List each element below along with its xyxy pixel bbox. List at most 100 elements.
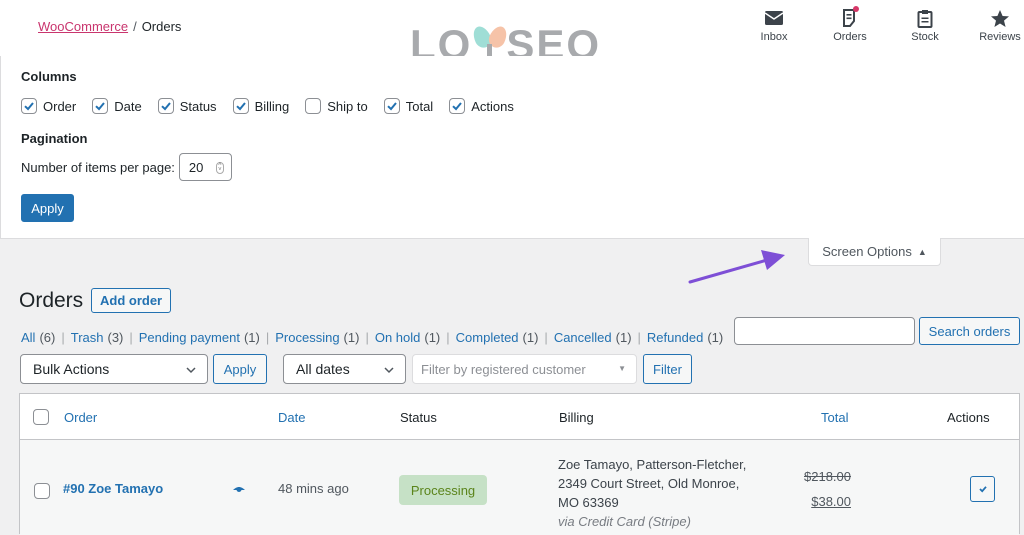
column-header-date[interactable]: Date (278, 410, 305, 425)
status-filter-refunded[interactable]: Refunded (1) (647, 330, 723, 345)
page-title: Orders (19, 289, 84, 312)
activity-orders[interactable]: Orders (820, 6, 880, 43)
checkmark-icon (387, 102, 397, 111)
checkmark-icon (978, 486, 987, 493)
status-badge: Processing (399, 475, 487, 505)
items-per-page-input[interactable]: 20 ˄ ˅ (178, 153, 232, 181)
filter-separator: | (544, 330, 548, 345)
column-toggle-label: Total (405, 98, 434, 114)
search-orders-button[interactable]: Search orders (919, 317, 1020, 345)
dates-select[interactable]: All dates (283, 354, 406, 384)
status-filter-count: (1) (522, 330, 539, 345)
status-filter-link[interactable]: On hold (375, 330, 421, 345)
add-order-button[interactable]: Add order (91, 288, 172, 313)
total-amount: $38.00 (811, 494, 851, 509)
status-filter-links: All (6) | Trash (3) | Pending payment (1) | Proce… (21, 330, 723, 345)
checkbox[interactable] (92, 98, 109, 114)
breadcrumb-woocommerce-link[interactable]: WooCommerce (38, 19, 128, 34)
status-filter-count: (1) (615, 330, 632, 345)
order-link[interactable]: #90 Zoe Tamayo (63, 481, 163, 496)
column-toggle-total[interactable]: Total (383, 98, 434, 114)
complete-order-button[interactable] (970, 476, 995, 502)
preview-eye-icon[interactable] (232, 485, 246, 493)
status-filter-cancelled[interactable]: Cancelled (1) (554, 330, 632, 345)
status-filter-count: (1) (343, 330, 360, 345)
activity-stock-label: Stock (911, 31, 939, 43)
status-filter-completed[interactable]: Completed (1) (456, 330, 539, 345)
column-header-status: Status (400, 410, 437, 425)
table-header: Order Date Status Billing Total Actions (20, 394, 1019, 440)
search-orders-input[interactable] (734, 317, 915, 345)
row-checkbox[interactable] (34, 483, 50, 499)
activity-reviews-label: Reviews (979, 31, 1021, 43)
bulk-apply-button[interactable]: Apply (213, 354, 267, 384)
orders-icon (840, 6, 860, 28)
spinner-arrows-icon[interactable]: ˄ ˅ (215, 162, 224, 174)
column-header-order[interactable]: Order (64, 410, 97, 425)
status-filter-link[interactable]: Trash (71, 330, 104, 345)
filter-separator: | (61, 330, 65, 345)
chevron-down-icon (384, 367, 394, 374)
status-filter-link[interactable]: All (21, 330, 35, 345)
pagination-heading: Pagination (21, 131, 88, 146)
checkbox[interactable] (449, 98, 466, 114)
checkbox[interactable] (21, 98, 37, 114)
orders-table: Order Date Status Billing Total Actions … (19, 393, 1020, 535)
column-toggle-date[interactable]: Date (92, 98, 142, 114)
column-toggle-label: Billing (254, 98, 290, 114)
status-filter-on-hold[interactable]: On hold (1) (375, 330, 440, 345)
top-header: WooCommerce / Orders LO SEO Inbox Orders St… (0, 0, 1024, 68)
column-toggle-status[interactable]: Status (157, 98, 217, 114)
order-date: 48 mins ago (278, 481, 349, 496)
screen-options-panel: Columns Order Date Status Billing Ship to Tot… (0, 56, 1024, 239)
activity-stock[interactable]: Stock (895, 8, 955, 43)
activity-inbox[interactable]: Inbox (744, 8, 804, 43)
status-filter-link[interactable]: Completed (456, 330, 519, 345)
filter-button[interactable]: Filter (643, 354, 692, 384)
checkbox[interactable] (232, 98, 249, 114)
status-filter-link[interactable]: Pending payment (139, 330, 240, 345)
activity-reviews[interactable]: Reviews (970, 8, 1024, 43)
status-filter-processing[interactable]: Processing (1) (275, 330, 359, 345)
checkbox[interactable] (383, 98, 400, 114)
status-filter-count: (1) (707, 330, 724, 345)
column-toggle-order[interactable]: Order (21, 98, 76, 114)
items-per-page-value: 20 (188, 159, 204, 175)
breadcrumb-separator: / (133, 19, 137, 34)
select-all-checkbox[interactable] (33, 409, 49, 425)
activity-orders-label: Orders (833, 31, 867, 43)
status-filter-count: (3) (107, 330, 124, 345)
customer-filter-select[interactable]: Filter by registered customer ▼ (412, 354, 637, 384)
column-toggle-label: Status (179, 98, 217, 114)
column-toggle-ship-to[interactable]: Ship to (305, 98, 368, 114)
payment-method: via Credit Card (Stripe) (558, 514, 691, 529)
bulk-actions-select[interactable]: Bulk Actions (20, 354, 208, 384)
items-per-page-label: Number of items per page: (21, 159, 175, 175)
status-filter-link[interactable]: Cancelled (554, 330, 612, 345)
stock-icon (915, 8, 935, 28)
status-filter-all[interactable]: All (6) (21, 330, 55, 345)
status-filter-count: (1) (424, 330, 441, 345)
checkmark-icon (161, 102, 171, 111)
column-toggle-label: Order (43, 98, 77, 114)
checkbox[interactable] (305, 98, 322, 114)
checkmark-icon (24, 102, 34, 111)
column-header-total[interactable]: Total (821, 410, 848, 425)
column-toggle-label: Date (114, 98, 142, 114)
status-filter-pending-payment[interactable]: Pending payment (1) (139, 330, 260, 345)
screen-options-apply-button[interactable]: Apply (21, 194, 74, 222)
status-filter-link[interactable]: Processing (275, 330, 339, 345)
inbox-icon (764, 8, 784, 28)
checkbox[interactable] (157, 98, 174, 114)
screen-options-toggle[interactable]: Screen Options ▲ (808, 238, 941, 266)
column-header-billing: Billing (559, 410, 594, 425)
status-filter-trash[interactable]: Trash (3) (71, 330, 124, 345)
checkmark-icon (95, 102, 106, 111)
activity-inbox-label: Inbox (760, 31, 788, 43)
column-toggle-billing[interactable]: Billing (232, 98, 290, 114)
billing-line-2: 2349 Court Street, Old Monroe, (558, 476, 740, 491)
status-filter-link[interactable]: Refunded (647, 330, 703, 345)
breadcrumb: WooCommerce / Orders (38, 19, 181, 34)
column-toggle-actions[interactable]: Actions (449, 98, 514, 114)
table-row[interactable]: #90 Zoe Tamayo 48 mins ago Processing Zo… (20, 440, 1019, 535)
